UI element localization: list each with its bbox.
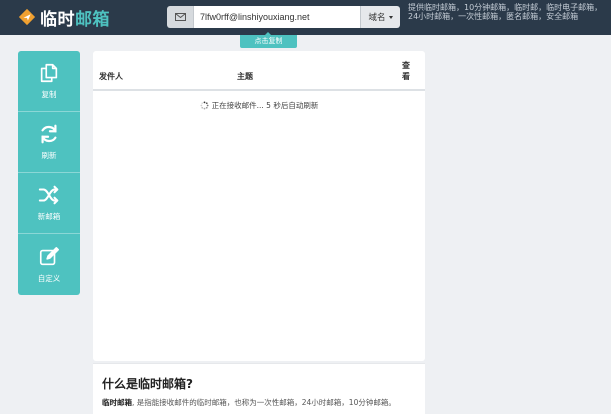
copy-icon [40, 63, 58, 83]
sidebar-item-label: 新邮箱 [37, 212, 61, 221]
column-header-subject: 主题 [237, 72, 253, 81]
logo-text: 临时邮箱 [40, 5, 110, 30]
logo-text-accent: 邮箱 [75, 9, 110, 30]
email-address-group: 域名 [167, 6, 400, 28]
about-text-bold: 临时邮箱 [102, 398, 132, 407]
sidebar-item-refresh[interactable]: 刷新 [18, 112, 80, 173]
inbox-table-header: 发件人 主题 查看 [93, 51, 425, 91]
refresh-icon [41, 124, 57, 144]
sidebar-item-label: 复制 [41, 90, 57, 99]
envelope-icon [167, 6, 194, 28]
domain-dropdown-button[interactable]: 域名 [360, 6, 400, 28]
caret-down-icon [388, 15, 393, 19]
sidebar-item-label: 自定义 [37, 273, 61, 283]
about-text-rest: , 是指能接收邮件的临时邮箱，也称为一次性邮箱，24小时邮箱，10分钟邮箱。 [132, 398, 396, 407]
loading-text: 正在接收邮件... 5 秒后自动刷新 [211, 101, 319, 110]
domain-button-label: 域名 [368, 13, 386, 23]
site-logo[interactable]: 临时邮箱 [18, 5, 110, 30]
copy-tooltip[interactable]: 点击复制 [240, 32, 297, 48]
column-header-view: 查看 [402, 61, 410, 81]
edit-icon [39, 246, 59, 265]
shuffle-icon [38, 185, 59, 205]
sidebar-item-label: 刷新 [41, 151, 57, 160]
sidebar-item-custom[interactable]: 自定义 [18, 234, 80, 295]
inbox-panel: 发件人 主题 查看 正在接收邮件... 5 秒后自动刷新 [93, 51, 425, 361]
sidebar-item-new-mailbox[interactable]: 新邮箱 [18, 173, 80, 234]
top-navbar: 临时邮箱 域名 提供临时邮箱，10分钟邮箱，临时邮，临时电子邮箱，24小时邮箱，… [0, 0, 611, 35]
email-address-field[interactable] [194, 6, 360, 28]
promo-text: 提供临时邮箱，10分钟邮箱，临时邮，临时电子邮箱，24小时邮箱，一次性邮箱，匿名… [408, 3, 603, 21]
logo-icon [18, 8, 36, 26]
spinner-icon [200, 101, 209, 110]
logo-text-main: 临时 [40, 9, 75, 30]
loading-status: 正在接收邮件... 5 秒后自动刷新 [93, 100, 425, 111]
about-title: 什么是临时邮箱? [102, 377, 193, 391]
sidebar-item-copy[interactable]: 复制 [18, 51, 80, 112]
about-section: 什么是临时邮箱? 临时邮箱, 是指能接收邮件的临时邮箱，也称为一次性邮箱，24小… [93, 363, 425, 414]
about-text: 临时邮箱, 是指能接收邮件的临时邮箱，也称为一次性邮箱，24小时邮箱，10分钟邮… [102, 397, 418, 408]
sidebar: 复制 刷新 新邮箱 自定义 [18, 51, 80, 295]
column-header-sender: 发件人 [99, 72, 123, 81]
